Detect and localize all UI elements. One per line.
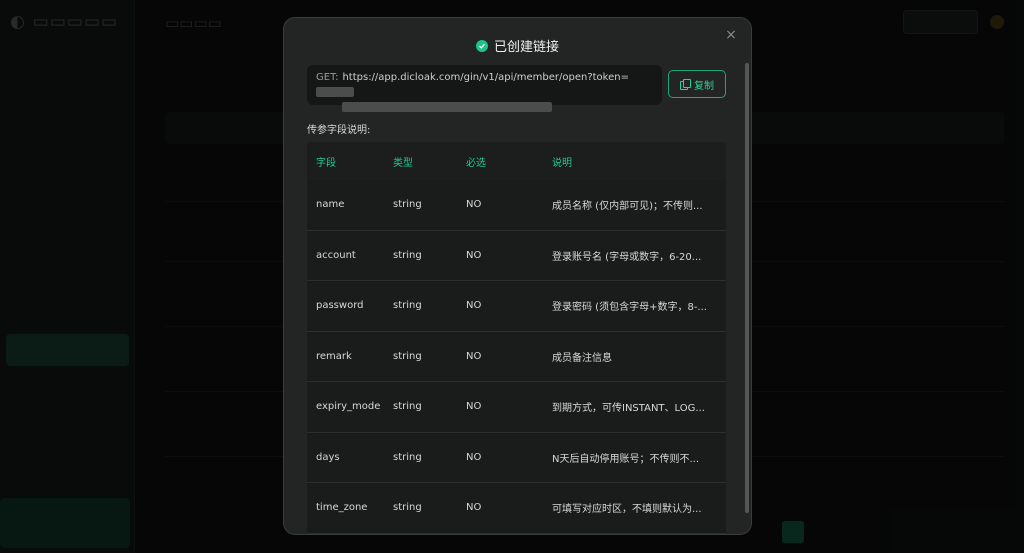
table-row: remark string NO 成员备注信息 [307, 331, 726, 382]
cell-type: string [393, 199, 422, 211]
cell-field: account [316, 249, 356, 261]
cell-type: string [393, 300, 422, 312]
header-field: 字段 [316, 157, 336, 169]
cell-description: 成员名称 (仅内部可见)；不传则... [552, 201, 703, 213]
cell-description: 登录密码 (须包含字母+数字，8-... [552, 302, 707, 314]
cell-type: string [393, 401, 422, 413]
header-description: 说明 [552, 157, 572, 169]
cell-field: remark [316, 350, 352, 362]
cell-description: 到期方式，可传INSTANT、LOG... [552, 403, 705, 415]
copy-button-label: 复制 [694, 80, 714, 92]
url-method: GET: [316, 72, 339, 83]
dialog-header: 已创建链接 [284, 36, 751, 55]
table-row: name string NO 成员名称 (仅内部可见)；不传则... [307, 180, 726, 231]
cell-description: 成员备注信息 [552, 352, 612, 364]
link-created-dialog: × 已创建链接 GET: https://app.dicloak.com/gin/… [283, 17, 752, 535]
params-section-label: 传参字段说明: [307, 125, 371, 136]
success-check-icon [475, 39, 488, 52]
cell-field: expiry_mode [316, 401, 381, 413]
table-row: account string NO 登录账号名 (字母或数字，6-20... [307, 230, 726, 281]
header-type: 类型 [393, 157, 413, 169]
cell-required: NO [466, 401, 482, 413]
cell-type: string [393, 502, 422, 514]
cell-required: NO [466, 350, 482, 362]
table-row: password string NO 登录密码 (须包含字母+数字，8-... [307, 281, 726, 332]
dialog-scrollbar[interactable] [745, 63, 749, 513]
table-row: days string NO N天后自动停用账号；不传则不... [307, 432, 726, 483]
token-redacted [316, 87, 354, 97]
api-url-box[interactable]: GET: https://app.dicloak.com/gin/v1/api/m… [307, 65, 662, 112]
cell-description: 登录账号名 (字母或数字，6-20... [552, 251, 702, 263]
token-redacted-line [342, 102, 552, 112]
copy-button[interactable]: 复制 [668, 70, 726, 98]
copy-icon [680, 79, 691, 90]
cell-type: string [393, 350, 422, 362]
cell-field: days [316, 451, 340, 463]
cell-type: string [393, 249, 422, 261]
cell-field: time_zone [316, 502, 368, 514]
dialog-title: 已创建链接 [493, 40, 559, 55]
cell-description: 可填写对应时区，不填则默认为... [552, 504, 702, 516]
cell-required: NO [466, 249, 482, 261]
cell-required: NO [466, 300, 482, 312]
cell-required: NO [466, 451, 482, 463]
params-table-header: 字段 类型 必选 说明 [307, 142, 726, 180]
table-row: expiry_mode string NO 到期方式，可传INSTANT、LOG… [307, 382, 726, 433]
cell-required: NO [466, 199, 482, 211]
params-table: 字段 类型 必选 说明 name string NO 成员名称 (仅内部可见)；… [307, 142, 726, 534]
header-required: 必选 [466, 157, 486, 169]
url-text: https://app.dicloak.com/gin/v1/api/membe… [342, 72, 629, 83]
cell-field: name [316, 199, 345, 211]
table-row: time_zone string NO 可填写对应时区，不填则默认为... [307, 483, 726, 534]
cell-description: N天后自动停用账号；不传则不... [552, 453, 700, 465]
cell-field: password [316, 300, 364, 312]
cell-required: NO [466, 502, 482, 514]
cell-type: string [393, 451, 422, 463]
